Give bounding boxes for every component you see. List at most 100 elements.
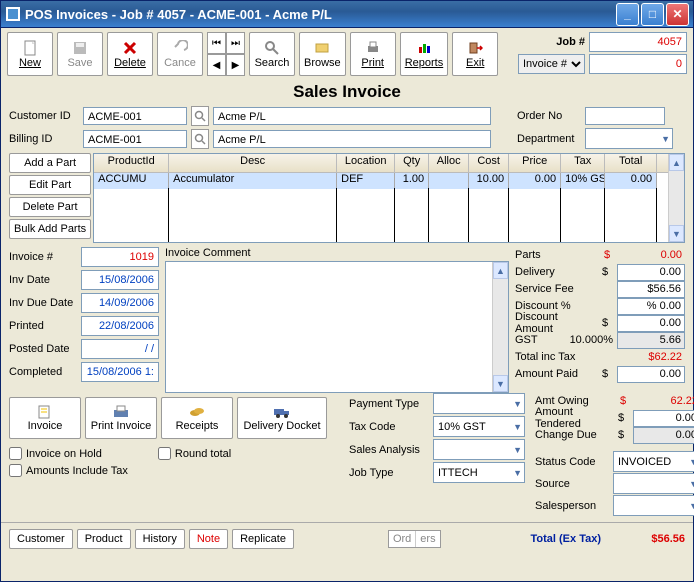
parts-grid[interactable]: ProductId Desc Location Qty Alloc Cost P… — [93, 153, 685, 243]
customer-id-label: Customer ID — [9, 110, 79, 122]
amount-tendered-field[interactable]: 0.00 — [633, 410, 694, 427]
print-button[interactable]: Print — [350, 32, 396, 76]
replicate-button[interactable]: Replicate — [232, 529, 294, 549]
inv-due-field[interactable]: 14/09/2006 — [81, 293, 159, 313]
payment-type-select[interactable]: ▼ — [433, 393, 525, 414]
completed-field[interactable]: 15/08/2006 1: — [81, 362, 159, 382]
invoice-on-hold-checkbox[interactable]: Invoice on Hold — [9, 447, 128, 460]
service-fee-field[interactable]: $56.56 — [617, 281, 685, 298]
browse-icon — [314, 40, 330, 56]
orders-toggle[interactable]: Orders — [388, 530, 441, 548]
app-icon — [5, 6, 21, 22]
customer-id-lookup[interactable] — [191, 106, 209, 126]
table-row[interactable]: ACCUMU Accumulator DEF 1.00 10.00 0.00 1… — [94, 173, 684, 189]
printed-field[interactable]: 22/08/2006 — [81, 316, 159, 336]
maximize-button[interactable]: □ — [641, 3, 664, 26]
comment-label: Invoice Comment — [165, 247, 509, 259]
customer-button[interactable]: Customer — [9, 529, 73, 549]
order-no-label: Order No — [517, 110, 581, 122]
print-icon — [365, 40, 381, 56]
delete-part-button[interactable]: Delete Part — [9, 197, 91, 217]
toolbar: New Save Delete Cance ⏮⏭ ◀▶ Search Brows… — [1, 28, 693, 80]
billing-id-field[interactable]: ACME-001 — [83, 130, 187, 148]
delete-button[interactable]: Delete — [107, 32, 153, 76]
nav-prev[interactable]: ◀ — [207, 54, 226, 76]
job-type-select[interactable]: ITTECH▼ — [433, 462, 525, 483]
new-icon — [22, 40, 38, 56]
scroll-up[interactable]: ▲ — [669, 154, 684, 171]
delivery-field[interactable]: 0.00 — [617, 264, 685, 281]
customer-name-field[interactable]: Acme P/L — [213, 107, 491, 125]
comment-textarea[interactable]: ▲▼ — [165, 261, 509, 393]
amounts-include-tax-checkbox[interactable]: Amounts Include Tax — [9, 464, 128, 477]
invoice-number: 1019 — [81, 247, 159, 267]
receipts-icon — [188, 405, 206, 419]
nav-buttons: ⏮⏭ ◀▶ — [207, 32, 245, 76]
job-label: Job # — [556, 36, 585, 48]
gst-value: 5.66 — [617, 332, 685, 349]
delivery-docket-button[interactable]: Delivery Docket — [237, 397, 327, 439]
nav-next[interactable]: ▶ — [226, 54, 245, 76]
exit-icon — [467, 40, 483, 56]
nav-last[interactable]: ⏭ — [226, 32, 245, 54]
sales-analysis-select[interactable]: ▼ — [433, 439, 525, 460]
close-button[interactable]: ✕ — [666, 3, 689, 26]
invoice-icon — [36, 405, 54, 419]
search-button[interactable]: Search — [249, 32, 295, 76]
nav-first[interactable]: ⏮ — [207, 32, 226, 54]
window-title: POS Invoices - Job # 4057 - ACME-001 - A… — [25, 7, 616, 22]
save-icon — [72, 40, 88, 56]
note-button[interactable]: Note — [189, 529, 228, 549]
invoice-sel-value: 0 — [589, 54, 687, 74]
print-invoice-button[interactable]: Print Invoice — [85, 397, 157, 439]
edit-part-button[interactable]: Edit Part — [9, 175, 91, 195]
salesperson-select[interactable]: ▼ — [613, 495, 694, 516]
save-button[interactable]: Save — [57, 32, 103, 76]
round-total-checkbox[interactable]: Round total — [158, 447, 231, 460]
reports-icon — [416, 40, 432, 56]
titlebar: POS Invoices - Job # 4057 - ACME-001 - A… — [1, 1, 693, 28]
history-button[interactable]: History — [135, 529, 185, 549]
posted-field[interactable]: / / — [81, 339, 159, 359]
tax-code-select[interactable]: 10% GST▼ — [433, 416, 525, 437]
change-due-value: 0.00 — [633, 427, 694, 444]
browse-button[interactable]: Browse — [299, 32, 346, 76]
invoice-selector[interactable]: Invoice # — [518, 54, 585, 74]
receipts-button[interactable]: Receipts — [161, 397, 233, 439]
job-value: 4057 — [589, 32, 687, 52]
page-title: Sales Invoice — [1, 82, 693, 102]
grid-header: ProductId Desc Location Qty Alloc Cost P… — [94, 154, 684, 173]
product-button[interactable]: Product — [77, 529, 131, 549]
billing-id-label: Billing ID — [9, 133, 79, 145]
billing-id-lookup[interactable] — [191, 129, 209, 149]
amount-paid-field[interactable]: 0.00 — [617, 366, 685, 383]
inv-date-field[interactable]: 15/08/2006 — [81, 270, 159, 290]
undo-icon — [172, 40, 188, 56]
printer-icon — [112, 405, 130, 419]
reports-button[interactable]: Reports — [400, 32, 449, 76]
minimize-button[interactable]: _ — [616, 3, 639, 26]
department-select[interactable]: ▼ — [585, 128, 673, 149]
exit-button[interactable]: Exit — [452, 32, 498, 76]
cancel-button[interactable]: Cance — [157, 32, 203, 76]
footer: Customer Product History Note Replicate … — [1, 522, 693, 555]
new-button[interactable]: New — [7, 32, 53, 76]
customer-id-field[interactable]: ACME-001 — [83, 107, 187, 125]
invoice-button[interactable]: Invoice — [9, 397, 81, 439]
search-icon — [264, 40, 280, 56]
delete-icon — [122, 40, 138, 56]
scroll-down[interactable]: ▼ — [669, 225, 684, 242]
add-part-button[interactable]: Add a Part — [9, 153, 91, 173]
window: POS Invoices - Job # 4057 - ACME-001 - A… — [0, 0, 694, 582]
status-code-select[interactable]: INVOICED▼ — [613, 451, 694, 472]
total-ex-tax-label: Total (Ex Tax) — [531, 533, 602, 545]
total-ex-tax-value: $56.56 — [605, 533, 685, 545]
grid-scrollbar[interactable]: ▲▼ — [668, 154, 684, 242]
bulk-add-parts-button[interactable]: Bulk Add Parts — [9, 219, 91, 239]
discount-amt-field[interactable]: 0.00 — [617, 315, 685, 332]
discount-pct-field[interactable]: % 0.00 — [617, 298, 685, 315]
billing-name-field[interactable]: Acme P/L — [213, 130, 491, 148]
order-no-field[interactable] — [585, 107, 665, 125]
source-select[interactable]: ▼ — [613, 473, 694, 494]
truck-icon — [273, 405, 291, 419]
